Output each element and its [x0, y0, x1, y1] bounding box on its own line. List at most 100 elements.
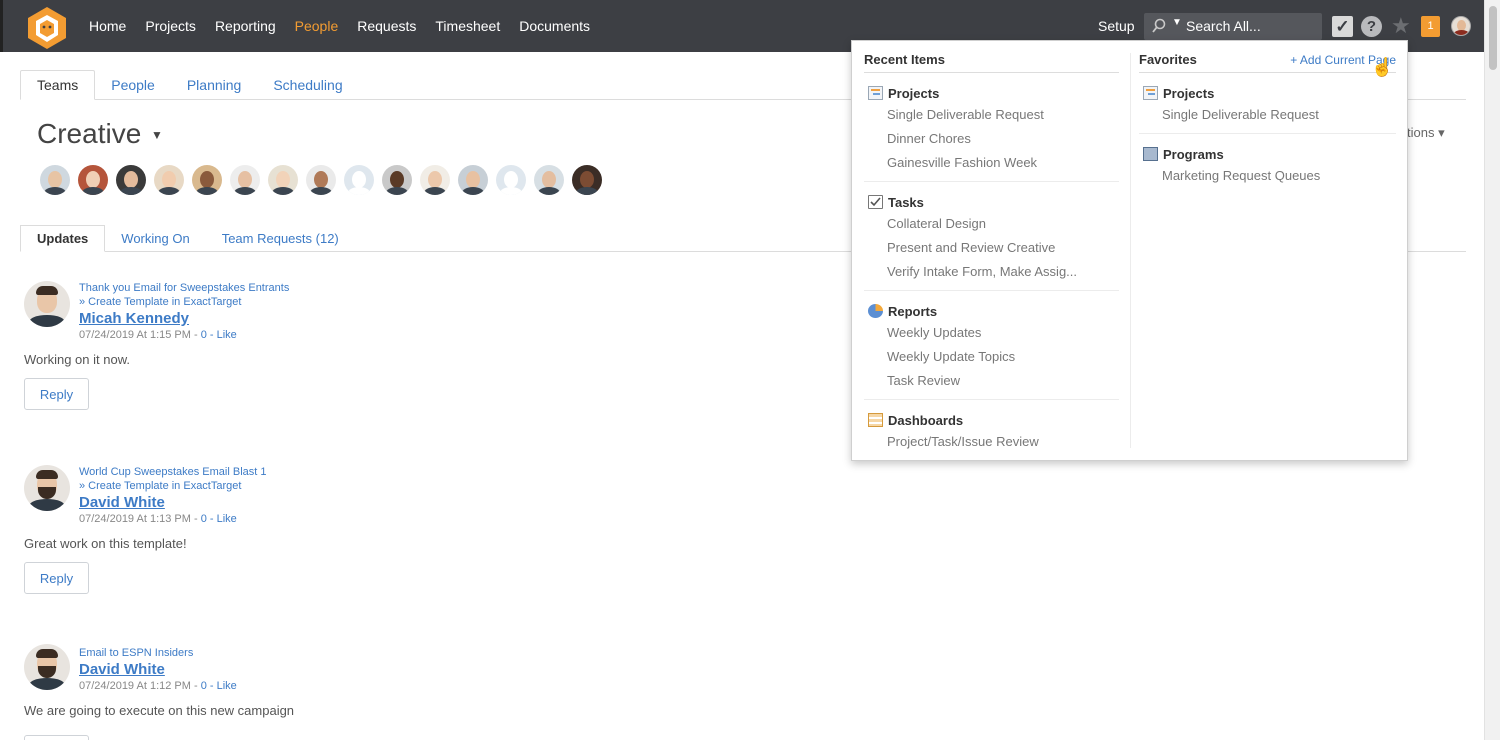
update-date: 07/24/2019 At 1:12 PM - [79, 680, 201, 692]
dropdown-item-link[interactable]: Task Review [864, 369, 1119, 393]
reply-button[interactable]: Reply [24, 562, 89, 594]
search-placeholder: Search All... [1186, 18, 1261, 34]
update-context-link[interactable]: Thank you Email for Sweepstakes Entrants [79, 281, 289, 295]
team-members-list [40, 165, 610, 195]
update-body: Working on it now. [24, 352, 130, 367]
reply-button[interactable]: Reply [24, 378, 89, 410]
team-member-avatar[interactable] [192, 165, 222, 195]
nav-timesheet[interactable]: Timesheet [435, 18, 500, 34]
dropdown-item-link[interactable]: Project/Task/Issue Review [864, 430, 1119, 454]
team-member-avatar[interactable] [154, 165, 184, 195]
tab-updates[interactable]: Updates [20, 225, 106, 252]
team-member-avatar[interactable] [496, 165, 526, 195]
avatar[interactable] [24, 281, 70, 327]
help-icon[interactable]: ? [1361, 16, 1382, 37]
dropdown-group-header: Programs [1139, 144, 1396, 164]
team-switcher-caret-icon[interactable]: ▼ [151, 128, 163, 142]
main-nav: Home Projects Reporting People Requests … [89, 0, 609, 52]
recent-items-heading: Recent Items [864, 41, 1119, 73]
reply-button[interactable] [24, 735, 89, 740]
team-member-avatar[interactable] [534, 165, 564, 195]
team-member-avatar[interactable] [458, 165, 488, 195]
nav-people[interactable]: People [295, 18, 339, 34]
like-link[interactable]: 0 - Like [201, 680, 237, 692]
update-timestamp: 07/24/2019 At 1:15 PM - 0 - Like [79, 328, 289, 342]
team-member-avatar[interactable] [420, 165, 450, 195]
tab-teams[interactable]: Teams [20, 70, 96, 100]
tab-people[interactable]: People [95, 71, 171, 99]
dropdown-item-link[interactable]: Weekly Updates [864, 321, 1119, 345]
update-timestamp: 07/24/2019 At 1:13 PM - 0 - Like [79, 512, 267, 526]
update-author-link[interactable]: David White [79, 660, 237, 679]
team-member-avatar[interactable] [78, 165, 108, 195]
update-timestamp: 07/24/2019 At 1:12 PM - 0 - Like [79, 679, 237, 693]
team-options-label: tions [1407, 125, 1435, 140]
workfront-logo-icon[interactable] [25, 6, 69, 50]
favorites-column: Favorites + Add Current Page Projects Sin… [1139, 41, 1396, 194]
hand-cursor-icon: ☝ [1371, 57, 1394, 77]
recent-items-column: Recent Items Projects Single Deliverable … [864, 41, 1119, 460]
nav-home[interactable]: Home [89, 18, 126, 34]
update-context-link[interactable]: World Cup Sweepstakes Email Blast 1 [79, 465, 267, 479]
nav-reporting[interactable]: Reporting [215, 18, 276, 34]
team-member-avatar[interactable] [40, 165, 70, 195]
avatar[interactable] [24, 644, 70, 690]
dropdown-item-link[interactable]: Single Deliverable Request [864, 103, 1119, 127]
tab-scheduling[interactable]: Scheduling [257, 71, 358, 99]
favorites-heading: Favorites + Add Current Page [1139, 41, 1396, 73]
dropdown-group-title: Projects [888, 85, 940, 101]
dropdown-group-header: Projects [1139, 83, 1396, 103]
dropdown-group-header: Projects [864, 83, 1119, 103]
dropdown-item-link[interactable]: Marketing Request Queues [1139, 164, 1396, 188]
team-member-avatar[interactable] [382, 165, 412, 195]
team-member-avatar[interactable] [116, 165, 146, 195]
dropdown-group-header: Reports [864, 301, 1119, 321]
my-work-checkbox-icon[interactable]: ✓ [1332, 16, 1353, 37]
team-member-avatar[interactable] [306, 165, 336, 195]
tab-team-requests[interactable]: Team Requests (12) [206, 226, 355, 251]
like-link[interactable]: 0 - Like [201, 329, 237, 341]
report-icon [868, 304, 883, 318]
dropdown-group-title: Projects [1163, 85, 1215, 101]
like-link[interactable]: 0 - Like [201, 513, 237, 525]
tab-working-on[interactable]: Working On [105, 226, 205, 251]
search-scope-caret-icon[interactable]: ▼ [1172, 17, 1182, 28]
favorites-heading-label: Favorites [1139, 52, 1197, 67]
team-member-avatar[interactable] [230, 165, 260, 195]
page-scrollbar[interactable] [1484, 0, 1500, 740]
dropdown-item-link[interactable]: Verify Intake Form, Make Assig... [864, 260, 1119, 284]
nav-requests[interactable]: Requests [357, 18, 416, 34]
favorites-star-icon[interactable]: ★ [1391, 13, 1411, 39]
dropdown-group: Projects Single Deliverable Request Dinner… [864, 73, 1119, 182]
dropdown-item-link[interactable]: Collateral Design [864, 212, 1119, 236]
setup-link[interactable]: Setup [1098, 18, 1135, 34]
user-avatar[interactable] [1451, 16, 1471, 36]
dropdown-item-link[interactable]: Present and Review Creative [864, 236, 1119, 260]
recent-favorites-dropdown: Recent Items Projects Single Deliverable … [851, 40, 1408, 461]
update-author-link[interactable]: Micah Kennedy [79, 309, 289, 328]
team-member-avatar[interactable] [344, 165, 374, 195]
update-context-link[interactable]: Email to ESPN Insiders [79, 646, 237, 660]
nav-projects[interactable]: Projects [145, 18, 196, 34]
project-icon [1143, 86, 1158, 100]
dropdown-item-link[interactable]: Dinner Chores [864, 127, 1119, 151]
avatar[interactable] [24, 465, 70, 511]
nav-documents[interactable]: Documents [519, 18, 590, 34]
team-options-menu[interactable]: tions ▾ [1407, 125, 1445, 141]
notification-badge[interactable]: 1 [1421, 16, 1440, 37]
dropdown-item-link[interactable]: Weekly Update Topics [864, 345, 1119, 369]
update-subcontext-link[interactable]: » Create Template in ExactTarget [79, 295, 289, 309]
program-icon [1143, 147, 1158, 161]
dropdown-item-link[interactable]: Single Deliverable Request [1139, 103, 1396, 127]
dropdown-group: Programs Marketing Request Queues [1139, 134, 1396, 194]
update-date: 07/24/2019 At 1:15 PM - [79, 329, 201, 341]
scrollbar-thumb[interactable] [1489, 6, 1497, 70]
team-member-avatar[interactable] [572, 165, 602, 195]
team-member-avatar[interactable] [268, 165, 298, 195]
update-subcontext-link[interactable]: » Create Template in ExactTarget [79, 479, 267, 493]
search-input[interactable]: ▼ Search All... [1144, 13, 1322, 40]
dropdown-item-link[interactable]: Gainesville Fashion Week [864, 151, 1119, 175]
tab-planning[interactable]: Planning [171, 71, 258, 99]
update-author-link[interactable]: David White [79, 493, 267, 512]
team-title[interactable]: Creative [37, 118, 141, 150]
